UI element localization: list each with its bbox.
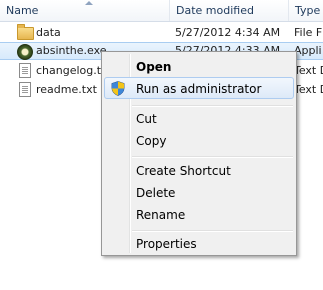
menu-item-copy[interactable]: Copy	[104, 129, 294, 151]
file-date: 5/27/2012 4:34 AM	[175, 26, 281, 39]
menu-item-label: Properties	[136, 237, 197, 251]
file-type: File F	[294, 26, 323, 39]
file-type: Text D	[294, 83, 323, 96]
menu-item-cut[interactable]: Cut	[104, 107, 294, 129]
file-type: Appli	[294, 44, 322, 57]
menu-item-open[interactable]: Open	[104, 55, 294, 77]
text-document-icon	[19, 82, 31, 97]
column-type-label: Type	[295, 4, 321, 17]
folder-icon	[17, 24, 34, 40]
sort-ascending-icon	[85, 1, 93, 5]
column-header: Name Date modified Type	[0, 0, 323, 22]
exe-icon	[17, 44, 33, 60]
menu-item-label: Open	[136, 60, 172, 74]
menu-item-rename[interactable]: Rename	[104, 203, 294, 225]
menu-item-create-shortcut[interactable]: Create Shortcut	[104, 159, 294, 181]
menu-item-run-as-administrator[interactable]: Run as administrator	[104, 77, 294, 99]
column-date-header[interactable]: Date modified	[170, 0, 289, 21]
file-row-data[interactable]: data 5/27/2012 4:34 AM File F	[0, 24, 323, 42]
column-date-label: Date modified	[176, 4, 254, 17]
column-type-header[interactable]: Type	[289, 0, 323, 21]
file-type: Text D	[294, 64, 323, 77]
column-name-label: Name	[6, 4, 39, 17]
menu-item-label: Create Shortcut	[136, 164, 231, 178]
menu-item-label: Delete	[136, 186, 176, 200]
menu-item-properties[interactable]: Properties	[104, 232, 294, 254]
menu-separator	[132, 156, 293, 158]
menu-item-label: Copy	[136, 134, 167, 148]
menu-item-delete[interactable]: Delete	[104, 181, 294, 203]
menu-item-label: Run as administrator	[136, 82, 262, 96]
file-name: data	[36, 26, 61, 39]
uac-shield-icon	[111, 81, 125, 96]
text-document-icon	[19, 63, 31, 78]
menu-item-label: Rename	[136, 208, 186, 222]
context-menu: Open Run as administrator Cut Copy Creat…	[101, 51, 297, 256]
menu-item-label: Cut	[136, 112, 157, 126]
